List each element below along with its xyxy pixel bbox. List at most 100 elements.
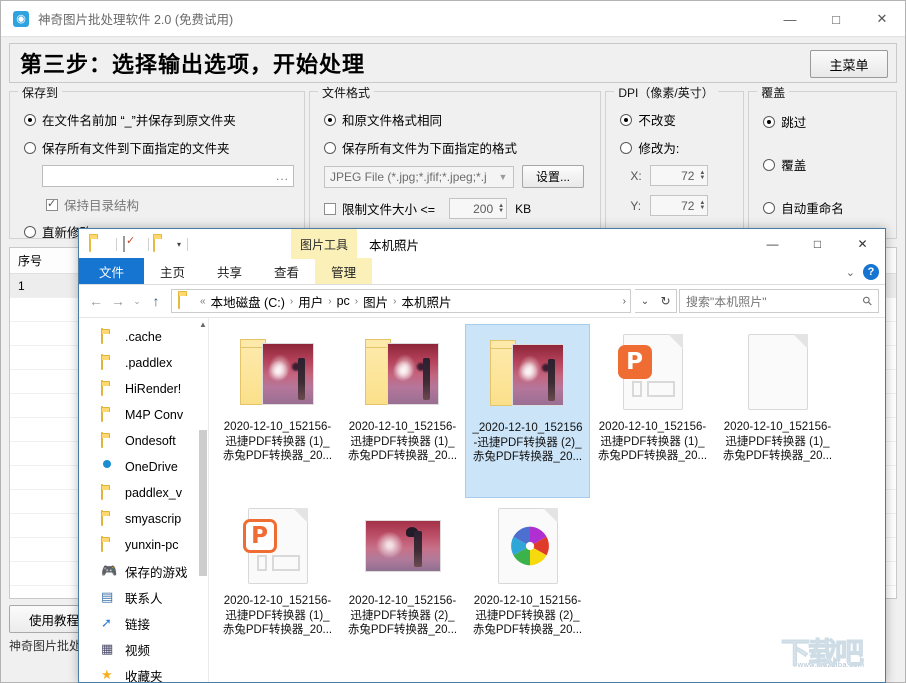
breadcrumb-item-pc[interactable]: pc [333,294,354,308]
search-icon[interactable]: ⚲ [860,293,876,309]
breadcrumb-item-users[interactable]: 用户 [294,292,327,311]
properties-checkbox-icon[interactable] [123,237,140,252]
format-select[interactable]: JPEG File (*.jpg;*.jfif;*.jpeg;*.j ▼ [324,166,514,188]
forward-button[interactable]: → [107,289,129,313]
radio-icon[interactable] [763,202,775,214]
overwrite-option-rename[interactable]: 自动重命名 [763,198,886,217]
navigation-pane[interactable]: .cache .paddlex HiRender! M4P Conv Ondes… [79,318,209,682]
breadcrumb[interactable]: « 本地磁盘 (C:) › 用户 › pc › 图片 › 本机照片 › [171,289,631,313]
scrollbar-thumb[interactable] [199,430,207,576]
search-input[interactable]: 搜索"本机照片" ⚲ [679,289,879,313]
main-menu-button[interactable]: 主菜单 [810,50,888,78]
tab-share[interactable]: 共享 [201,258,258,284]
breadcrumb-item-pictures[interactable]: 图片 [359,292,392,311]
sidebar-item-hirender[interactable]: HiRender! [79,376,208,402]
file-tile[interactable]: 2020-12-10_152156-迅捷PDF转换器 (1)_赤兔PDF转换器_… [715,324,840,498]
sidebar-item-favorites[interactable]: ★ 收藏夹 [79,662,208,682]
file-grid: 2020-12-10_152156-迅捷PDF转换器 (1)_赤兔PDF转换器_… [215,324,885,672]
spinner-icon[interactable]: ▲▼ [498,204,504,214]
radio-icon[interactable] [324,114,336,126]
breadcrumb-item-current[interactable]: 本机照片 [397,292,455,311]
sidebar-item-cache[interactable]: .cache [79,324,208,350]
radio-icon[interactable] [763,159,775,171]
spinner-icon[interactable]: ▲▼ [699,171,705,181]
sidebar-item-smyascrip[interactable]: smyascrip [79,506,208,532]
column-header-seq[interactable]: 序号 [10,248,84,274]
dpi-x-input[interactable]: 72 ▲▼ [650,165,708,186]
limit-size-checkbox[interactable] [324,203,336,215]
app-logo-icon: ◉ [13,11,29,27]
overwrite-option-skip[interactable]: 跳过 [763,112,886,131]
cell-seq: 1 [10,274,84,298]
app-minimize-button[interactable]: — [767,1,813,37]
new-folder-icon[interactable] [153,237,170,252]
explorer-minimize-button[interactable]: — [750,229,795,259]
sidebar-item-paddlex[interactable]: .paddlex [79,350,208,376]
file-tile[interactable]: P 2020-12-10_152156-迅捷PDF转换器 (1)_赤兔PDF转换… [590,324,715,498]
file-tile[interactable]: 2020-12-10_152156-迅捷PDF转换器 (1)_赤兔PDF转换器_… [340,324,465,498]
back-button[interactable]: ← [85,289,107,313]
breadcrumb-overflow[interactable]: « [199,296,207,307]
file-grid-pane[interactable]: 2020-12-10_152156-迅捷PDF转换器 (1)_赤兔PDF转换器_… [209,318,885,682]
tab-home[interactable]: 主页 [144,258,201,284]
browse-folder-button[interactable]: ... [276,169,289,183]
checkbox-icon[interactable] [46,199,58,211]
breadcrumb-item-drive[interactable]: 本地磁盘 (C:) [207,292,289,311]
format-settings-button[interactable]: 设置... [522,165,584,188]
sidebar-item-videos[interactable]: ▦ 视频 [79,636,208,662]
sidebar-item-saved-games[interactable]: 🎮 保存的游戏 [79,558,208,584]
up-button[interactable]: ↑ [145,289,167,313]
dpi-option-change[interactable]: 修改为: [620,138,733,157]
save-to-group: 保存到 在文件名前加 “_”并保存到原文件夹 保存所有文件到下面指定的文件夹 .… [9,91,305,239]
file-tile[interactable]: 2020-12-10_152156-迅捷PDF转换器 (1)_赤兔PDF转换器_… [215,324,340,498]
save-option-folder[interactable]: 保存所有文件到下面指定的文件夹 [24,138,294,157]
save-option-prefix[interactable]: 在文件名前加 “_”并保存到原文件夹 [24,110,294,129]
radio-icon[interactable] [620,142,632,154]
file-tile[interactable]: P 2020-12-10_152156-迅捷PDF转换器 (1)_赤兔PDF转换… [215,498,340,672]
sidebar-item-m4p-conv[interactable]: M4P Conv [79,402,208,428]
address-history-dropdown[interactable]: ⌄ [635,289,655,313]
sidebar-item-links[interactable]: ➚ 链接 [79,610,208,636]
format-option-specified[interactable]: 保存所有文件为下面指定的格式 [324,138,590,157]
tab-file[interactable]: 文件 [79,258,144,284]
explorer-maximize-button[interactable]: □ [795,229,840,259]
dpi-y-input[interactable]: 72 ▲▼ [650,195,708,216]
chevron-down-icon[interactable]: ⌄ [846,266,855,279]
radio-icon[interactable] [763,116,775,128]
dpi-option-unchanged[interactable]: 不改变 [620,110,733,129]
overwrite-option-overwrite[interactable]: 覆盖 [763,155,886,174]
radio-icon[interactable] [324,142,336,154]
tab-view[interactable]: 查看 [258,258,315,284]
format-option-same[interactable]: 和原文件格式相同 [324,110,590,129]
sidebar-item-ondesoft[interactable]: Ondesoft [79,428,208,454]
output-folder-input[interactable]: ... [42,165,294,187]
radio-icon[interactable] [24,114,36,126]
spinner-icon[interactable]: ▲▼ [699,201,705,211]
tab-manage[interactable]: 管理 [315,258,372,284]
folder-icon[interactable] [89,237,106,252]
recent-locations-button[interactable]: ⌄ [129,289,145,313]
scroll-up-icon[interactable]: ▲ [198,320,208,329]
explorer-close-button[interactable]: ✕ [840,229,885,259]
keep-structure-checkbox[interactable]: 保持目录结构 [46,195,294,214]
radio-icon[interactable] [620,114,632,126]
sidebar-item-yunxin-pc[interactable]: yunxin-pc [79,532,208,558]
dpi-group: DPI（像素/英寸） 不改变 修改为: X: 72 ▲▼ [605,91,744,239]
file-tile[interactable]: 2020-12-10_152156-迅捷PDF转换器 (2)_赤兔PDF转换器_… [340,498,465,672]
file-tile-selected[interactable]: _2020-12-10_152156-迅捷PDF转换器 (2)_赤兔PDF转换器… [465,324,590,498]
app-close-button[interactable]: ✕ [859,1,905,37]
radio-icon[interactable] [24,226,36,238]
file-tile[interactable]: 2020-12-10_152156-迅捷PDF转换器 (2)_赤兔PDF转换器_… [465,498,590,672]
refresh-icon[interactable]: ↻ [655,289,677,313]
chevron-down-icon[interactable]: ▾ [177,240,181,249]
sidebar-item-contacts[interactable]: ▤ 联系人 [79,584,208,610]
app-maximize-button[interactable]: □ [813,1,859,37]
chevron-right-icon[interactable]: › [619,296,626,307]
navigation-scrollbar[interactable]: ▲ [198,318,208,682]
help-icon[interactable]: ? [863,264,879,280]
limit-size-input[interactable]: 200 ▲▼ [449,198,507,219]
sidebar-item-onedrive[interactable]: OneDrive [79,454,208,480]
radio-icon[interactable] [24,142,36,154]
chevron-down-icon[interactable]: ▼ [495,172,511,182]
sidebar-item-paddlex-v[interactable]: paddlex_v [79,480,208,506]
